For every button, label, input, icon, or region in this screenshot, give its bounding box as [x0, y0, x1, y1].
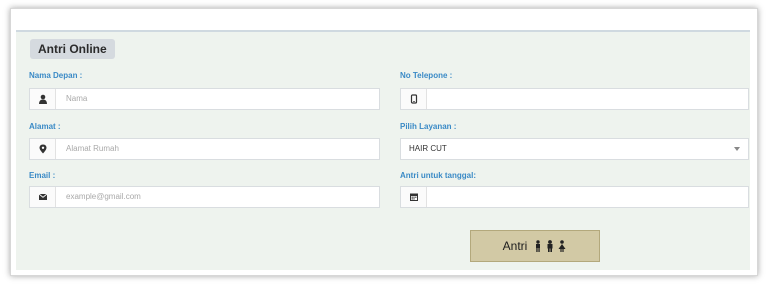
- phone-icon: [401, 89, 427, 109]
- telepon-input[interactable]: [427, 89, 748, 109]
- envelope-icon: [30, 187, 56, 207]
- antri-button[interactable]: Antri: [470, 230, 600, 262]
- email-input[interactable]: example@gmail.com: [56, 187, 379, 207]
- antri-button-label: Antri: [502, 239, 528, 253]
- layanan-selected-value: HAIR CUT: [409, 144, 447, 153]
- family-icon: [533, 240, 567, 252]
- layanan-label: Pilih Layanan :: [400, 122, 457, 131]
- form-title: Antri Online: [30, 39, 115, 59]
- chevron-down-icon[interactable]: [734, 147, 740, 151]
- tanggal-input[interactable]: [427, 187, 748, 207]
- calendar-icon: [401, 187, 427, 207]
- alamat-field[interactable]: Alamat Rumah: [29, 138, 380, 160]
- user-icon: [30, 89, 56, 109]
- map-marker-icon: [30, 139, 56, 159]
- tanggal-label: Antri untuk tanggal:: [400, 171, 476, 180]
- nama-input[interactable]: Nama: [56, 89, 379, 109]
- alamat-input[interactable]: Alamat Rumah: [56, 139, 379, 159]
- nama-label: Nama Depan :: [29, 71, 83, 80]
- email-label: Email :: [29, 171, 56, 180]
- tanggal-field[interactable]: [400, 186, 749, 208]
- layanan-select[interactable]: HAIR CUT: [400, 138, 749, 160]
- alamat-label: Alamat :: [29, 122, 61, 131]
- email-field[interactable]: example@gmail.com: [29, 186, 380, 208]
- nama-field[interactable]: Nama: [29, 88, 380, 110]
- telepon-field[interactable]: [400, 88, 749, 110]
- telepon-label: No Telepone :: [400, 71, 453, 80]
